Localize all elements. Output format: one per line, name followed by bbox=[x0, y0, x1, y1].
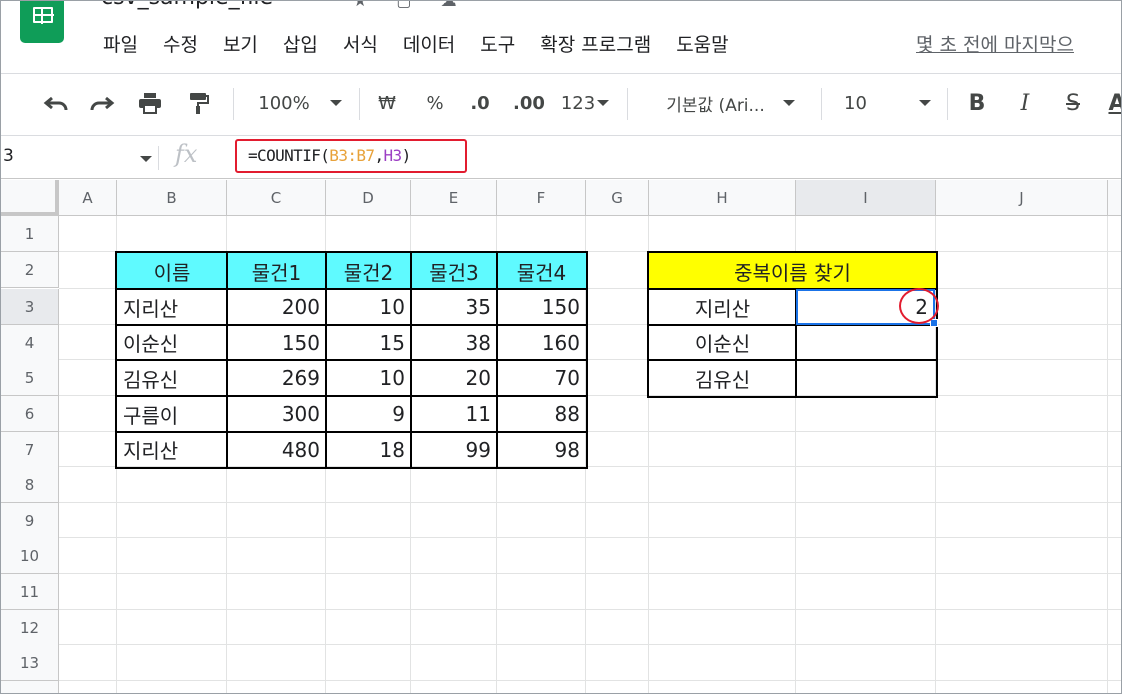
main-table-borders bbox=[115, 251, 588, 469]
toolbar: 100% ₩ % .0 .00 123 기본값 (Ari... 10 B I S… bbox=[1, 73, 1121, 133]
toolbar-divider bbox=[947, 88, 948, 120]
undo-button[interactable] bbox=[39, 88, 73, 118]
text-color-button[interactable]: A bbox=[1107, 88, 1121, 118]
last-edit-link[interactable]: 몇 초 전에 마지막으 bbox=[916, 31, 1074, 59]
menu-insert[interactable]: 삽입 bbox=[283, 31, 318, 59]
formula-reference: H3 bbox=[383, 146, 403, 165]
chevron-down-icon bbox=[597, 100, 610, 106]
menu-view[interactable]: 보기 bbox=[223, 31, 258, 59]
redo-button[interactable] bbox=[85, 88, 119, 118]
paint-format-button[interactable] bbox=[181, 88, 215, 118]
toolbar-divider bbox=[359, 88, 360, 120]
font-size-value: 10 bbox=[844, 92, 867, 114]
row-header-9[interactable]: 9 bbox=[1, 503, 59, 539]
strikethrough-button[interactable]: S bbox=[1059, 88, 1087, 118]
column-header-c[interactable]: C bbox=[227, 180, 326, 216]
paint-format-icon bbox=[190, 93, 209, 114]
row-header-5[interactable]: 5 bbox=[1, 360, 59, 396]
formula-input[interactable]: =COUNTIF(B3:B7,H3) bbox=[235, 139, 467, 173]
formula-bar: 3 fx =COUNTIF(B3:B7,H3) bbox=[1, 135, 1121, 179]
sheets-logo-icon[interactable] bbox=[20, 1, 64, 43]
column-header-j[interactable]: J bbox=[936, 180, 1108, 216]
toolbar-divider bbox=[233, 88, 234, 120]
redo-icon bbox=[90, 96, 115, 111]
menu-file[interactable]: 파일 bbox=[103, 31, 138, 59]
title-icons: ★ ▢ ☁ bbox=[353, 0, 469, 10]
sheets-window: csv_sample_file ★ ▢ ☁ 파일 수정 보기 삽입 서식 데이터… bbox=[0, 0, 1122, 694]
menu-bar: 파일 수정 보기 삽입 서식 데이터 도구 확장 프로그램 도움말 bbox=[103, 31, 754, 59]
result-highlight-circle bbox=[899, 288, 939, 324]
currency-format-button[interactable]: ₩ bbox=[373, 88, 401, 118]
zoom-value: 100% bbox=[258, 92, 310, 114]
row-header-4[interactable]: 4 bbox=[1, 325, 59, 361]
formula-range: B3:B7 bbox=[329, 146, 375, 165]
zoom-select[interactable]: 100% bbox=[255, 88, 345, 118]
row-header-11[interactable]: 11 bbox=[1, 574, 59, 610]
name-box[interactable]: 3 bbox=[3, 146, 14, 166]
row-header-2[interactable]: 2 bbox=[1, 252, 59, 288]
menu-extensions[interactable]: 확장 프로그램 bbox=[540, 31, 651, 59]
menu-data[interactable]: 데이터 bbox=[403, 31, 455, 59]
row-header-1[interactable]: 1 bbox=[1, 216, 59, 252]
menu-help[interactable]: 도움말 bbox=[676, 31, 728, 59]
column-header-a[interactable]: A bbox=[59, 180, 117, 216]
undo-icon bbox=[43, 96, 68, 111]
more-formats-label: 123 bbox=[560, 92, 596, 114]
decrease-decimal-label: .0 bbox=[470, 92, 490, 114]
row-header-12[interactable]: 12 bbox=[1, 610, 59, 646]
font-size-select[interactable]: 10 bbox=[844, 88, 936, 118]
bold-button[interactable]: B bbox=[963, 88, 991, 118]
formula-suffix: ) bbox=[401, 146, 412, 165]
formula-divider bbox=[158, 146, 159, 170]
chevron-down-icon bbox=[918, 100, 931, 106]
column-header-k[interactable] bbox=[1108, 180, 1121, 216]
column-header-h[interactable]: H bbox=[649, 180, 796, 216]
column-header-e[interactable]: E bbox=[411, 180, 497, 216]
document-title[interactable]: csv_sample_file bbox=[101, 1, 273, 10]
menu-edit[interactable]: 수정 bbox=[163, 31, 198, 59]
toolbar-divider bbox=[821, 88, 822, 120]
column-header-f[interactable]: F bbox=[497, 180, 586, 216]
chevron-down-icon[interactable] bbox=[140, 156, 152, 162]
font-family-value: 기본값 (Ari... bbox=[666, 95, 765, 116]
formula-prefix: =COUNTIF( bbox=[248, 146, 330, 165]
toolbar-divider bbox=[627, 88, 628, 120]
column-header-g[interactable]: G bbox=[586, 180, 649, 216]
menu-tools[interactable]: 도구 bbox=[480, 31, 515, 59]
row-header-14[interactable] bbox=[1, 681, 59, 693]
row-header-7[interactable]: 7 bbox=[1, 432, 59, 468]
column-header-b[interactable]: B bbox=[117, 180, 227, 216]
row-header-6[interactable]: 6 bbox=[1, 396, 59, 432]
menu-format[interactable]: 서식 bbox=[343, 31, 378, 59]
row-header-10[interactable]: 10 bbox=[1, 538, 59, 574]
column-header-i[interactable]: I bbox=[796, 180, 936, 216]
row-header-13[interactable]: 13 bbox=[1, 645, 59, 681]
formula-separator: , bbox=[374, 146, 384, 165]
row-header-3[interactable]: 3 bbox=[1, 289, 59, 325]
font-family-select[interactable]: 기본값 (Ari... bbox=[653, 88, 808, 118]
decrease-decimal-button[interactable]: .0 bbox=[463, 88, 497, 118]
increase-decimal-button[interactable]: .00 bbox=[509, 88, 549, 118]
print-button[interactable] bbox=[133, 88, 167, 118]
chevron-down-icon bbox=[782, 100, 795, 106]
row-header-8[interactable]: 8 bbox=[1, 467, 59, 503]
percent-format-button[interactable]: % bbox=[421, 88, 449, 118]
fx-icon: fx bbox=[175, 140, 198, 168]
chevron-down-icon bbox=[329, 100, 342, 106]
print-icon bbox=[139, 93, 161, 114]
select-all-corner[interactable] bbox=[1, 180, 59, 216]
more-formats-button[interactable]: 123 bbox=[557, 88, 613, 118]
increase-decimal-label: .00 bbox=[513, 92, 545, 114]
italic-button[interactable]: I bbox=[1011, 88, 1039, 118]
column-header-d[interactable]: D bbox=[326, 180, 411, 216]
